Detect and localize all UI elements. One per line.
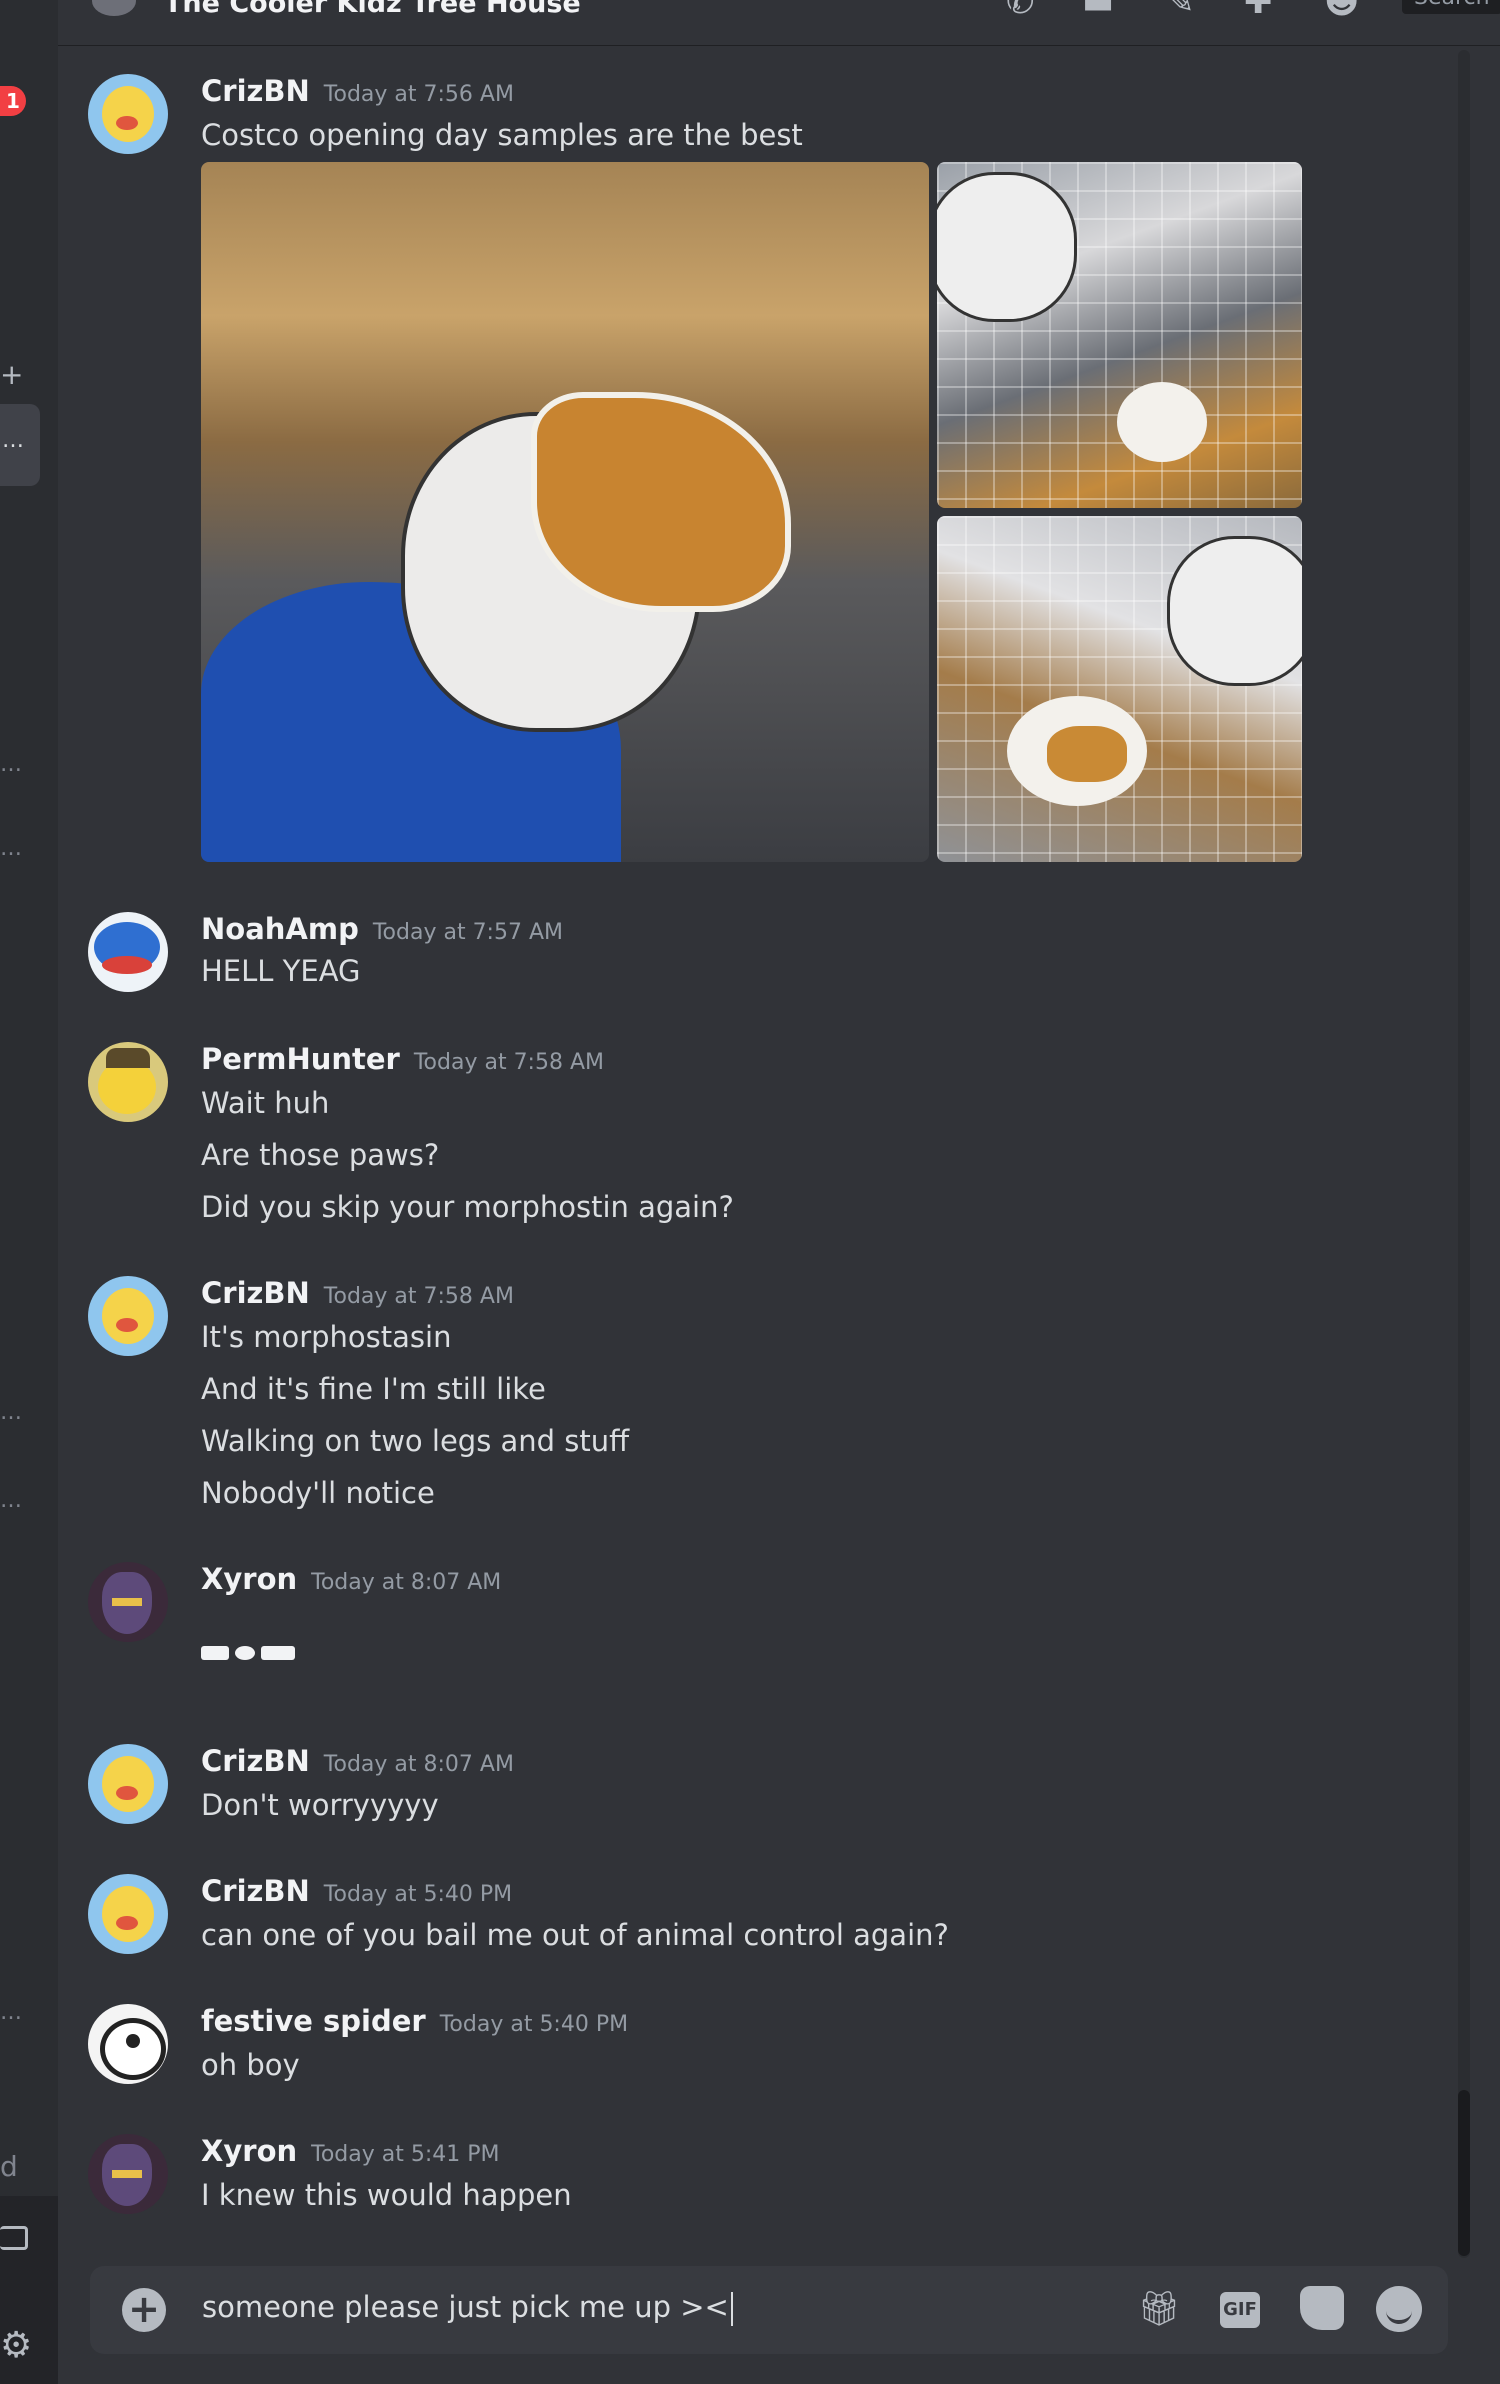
username[interactable]: CrizBN [201,1276,310,1310]
gear-icon[interactable]: ⚙ [0,2325,32,2366]
timestamp: Today at 7:56 AM [323,82,514,107]
attachment-image[interactable] [937,162,1302,508]
message-text: Did you skip your morphostin again? [201,1190,734,1224]
attachment-image[interactable] [201,162,929,862]
text-caret [730,2292,733,2326]
message-text: HELL YEAG [201,954,361,988]
message-text: oh boy [201,2048,300,2082]
username[interactable]: CrizBN [201,1744,310,1778]
avatar[interactable] [88,912,168,992]
channel-overflow-icon[interactable]: … [0,752,22,777]
avatar[interactable] [88,1042,168,1122]
server-rail: 1 + … … … … … … d ⚙ [0,0,58,2384]
search-input[interactable]: Search [1402,0,1500,14]
avatar[interactable] [88,74,168,154]
sticker-icon[interactable] [1300,2286,1344,2330]
custom-emoji [201,1646,295,1660]
discord-window: 1 + … … … … … … d ⚙ The Cooler Kidz Tree… [0,0,1500,2384]
timestamp: Today at 5:40 PM [323,1882,513,1907]
username[interactable]: PermHunter [201,1042,400,1076]
channel-more-icon: … [2,428,24,453]
gif-button[interactable]: GIF [1220,2292,1260,2328]
message-text: Costco opening day samples are the best [201,118,803,152]
timestamp: Today at 5:41 PM [311,2142,500,2167]
channel-title: The Cooler Kidz Tree House [164,0,581,19]
gift-icon[interactable]: 🎁︎ [1136,2286,1182,2332]
message-text: Wait huh [201,1086,330,1120]
username[interactable]: CrizBN [201,74,310,108]
avatar[interactable] [88,1874,168,1954]
video-icon[interactable]: ▬ [1082,0,1114,22]
channel-overflow-icon[interactable]: … [0,1400,22,1425]
message-text: I knew this would happen [201,2178,572,2212]
avatar[interactable] [88,2004,168,2084]
attachment-image[interactable] [937,516,1302,862]
image-pastry [1047,726,1127,782]
image-plate [1117,382,1207,462]
username[interactable]: Xyron [201,1562,297,1596]
channel-partial-label: d [0,2150,18,2183]
timestamp: Today at 8:07 AM [323,1752,514,1777]
timestamp: Today at 7:58 AM [413,1050,604,1075]
timestamp: Today at 8:07 AM [311,1570,502,1595]
image-pastry [531,392,791,612]
channel-header: The Cooler Kidz Tree House ✆ ▬ ✎ ✚ ☻ Sea… [58,0,1500,46]
add-channel-icon[interactable]: + [0,358,23,391]
message-text: Walking on two legs and stuff [201,1424,630,1458]
group-avatar [92,0,136,16]
avatar[interactable] [88,2134,168,2214]
screen-share-icon[interactable] [0,2226,28,2250]
message-text: And it's fine I'm still like [201,1372,546,1406]
message-text: Nobody'll notice [201,1476,435,1510]
username[interactable]: NoahAmp [201,912,359,946]
channel-overflow-icon[interactable]: … [0,1488,22,1513]
channel-overflow-icon[interactable]: … [0,836,22,861]
username[interactable]: Xyron [201,2134,297,2168]
avatar[interactable] [88,1744,168,1824]
message-text: Don't worryyyyy [201,1788,439,1822]
timestamp: Today at 5:40 PM [439,2012,629,2037]
timestamp: Today at 7:58 AM [323,1284,514,1309]
image-paw [937,172,1077,322]
emoji-icon[interactable] [1376,2286,1422,2332]
pin-icon[interactable]: ✎ [1166,0,1195,22]
add-member-icon[interactable]: ✚ [1244,0,1273,22]
timestamp: Today at 7:57 AM [372,920,563,945]
selected-channel-item[interactable]: … [0,404,40,486]
channel-overflow-icon[interactable]: … [0,2000,22,2025]
username[interactable]: CrizBN [201,1874,310,1908]
phone-icon[interactable]: ✆ [1006,0,1035,22]
message-text: Are those paws? [201,1138,440,1172]
avatar[interactable] [88,1276,168,1356]
username[interactable]: festive spider [201,2004,426,2038]
message-text: can one of you bail me out of animal con… [201,1918,949,1952]
members-icon[interactable]: ☻ [1324,0,1359,22]
message-input[interactable]: someone please just pick me up >< [202,2290,733,2326]
mention-badge[interactable]: 1 [0,86,26,116]
image-paw [1167,536,1302,686]
avatar[interactable] [88,1562,168,1642]
message-text: It's morphostasin [201,1320,452,1354]
message-list: CrizBN Today at 7:56 AM Costco opening da… [58,46,1448,2246]
message-composer[interactable]: + someone please just pick me up >< 🎁︎ G… [90,2266,1448,2354]
message-input-value: someone please just pick me up >< [202,2290,729,2324]
scrollbar-thumb[interactable] [1458,2090,1470,2256]
scrollbar-track[interactable] [1458,50,1470,2258]
attach-plus-icon[interactable]: + [122,2288,166,2332]
